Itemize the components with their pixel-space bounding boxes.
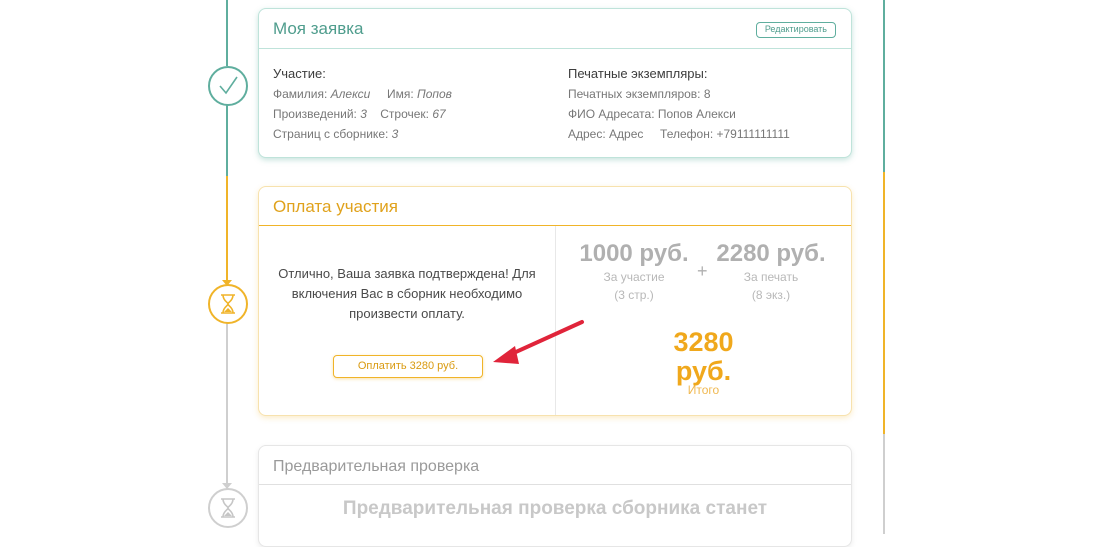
timeline-line [226, 320, 228, 490]
participation-detail: (3 стр.) [614, 288, 654, 302]
precheck-title: Предварительная проверка [273, 458, 480, 475]
phone-line: Телефон: +79111111111 [660, 127, 790, 141]
timeline-line [226, 0, 228, 66]
print-info: Печатные экземпляры: Печатных экземпляро… [568, 64, 838, 144]
total-label: Итого [687, 383, 720, 397]
print-price: 2280 руб. За печать (8 экз.) [706, 240, 836, 304]
timeline-line [883, 434, 885, 534]
pay-button[interactable]: Оплатить 3280 руб. [333, 355, 483, 378]
timeline-line [226, 176, 228, 284]
timeline-line [226, 102, 228, 176]
address-row: Адрес: Адрес Телефон: +79111111111 [568, 124, 838, 144]
pages-label: Страниц с сборнике: [273, 127, 389, 141]
participation-price: 1000 руб. За участие (3 стр.) [574, 240, 694, 304]
print-amount: 2280 руб. [716, 240, 826, 267]
copies-line: Печатных экземпляров: 8 [568, 87, 711, 101]
hourglass-icon [221, 294, 235, 314]
works-label: Произведений: [273, 107, 357, 121]
total-amount-currency: руб. [675, 356, 732, 386]
payment-summary-panel: 1000 руб. За участие (3 стр.) + 2280 руб… [556, 226, 851, 415]
participation-amount: 1000 руб. [579, 240, 689, 267]
red-arrow-icon [493, 320, 584, 364]
address-line: Адрес: Адрес [568, 127, 644, 141]
print-detail: (8 экз.) [751, 288, 791, 302]
recipient-line: ФИО Адресата: Попов Алекси [568, 107, 736, 121]
name-row: Фамилия: Алекси Имя: Попов [273, 84, 543, 104]
surname-value: Алекси [330, 87, 371, 101]
participation-label: За участие [603, 270, 665, 284]
precheck-body: Предварительная проверка сборника станет [342, 498, 768, 519]
payment-card: Оплата участия Отлично, Ваша заявка подт… [258, 186, 852, 416]
surname-label: Фамилия: [273, 87, 328, 101]
payment-message: Отлично, Ваша заявка подтверждена! Для в… [278, 266, 536, 321]
lines-value: 67 [432, 107, 446, 121]
total-amount-number: 3280 [673, 327, 734, 357]
print-label: За печать [743, 270, 799, 284]
step-done-icon [208, 66, 248, 106]
timeline-line [883, 172, 885, 434]
application-card: Моя заявка Редактировать Участие: Фамили… [258, 8, 852, 158]
step-payment-icon [208, 284, 248, 324]
pages-row: Страниц с сборнике: 3 [273, 124, 543, 144]
precheck-card-header: Предварительная проверка [259, 446, 851, 485]
checkmark-icon [219, 76, 238, 95]
application-title: Моя заявка [273, 19, 364, 38]
payment-card-header: Оплата участия [259, 187, 851, 226]
print-heading: Печатные экземпляры: [568, 66, 708, 81]
hourglass-icon [221, 498, 235, 518]
edit-button[interactable]: Редактировать [755, 22, 836, 38]
name-value: Попов [417, 87, 452, 101]
precheck-card: Предварительная проверка Предварительная… [258, 445, 852, 547]
name-label: Имя: [386, 87, 414, 101]
application-card-header: Моя заявка Редактировать [259, 9, 851, 49]
total-price: 3280 руб. Итого [636, 327, 771, 398]
pages-value: 3 [391, 127, 399, 141]
lines-label: Строчек: [380, 107, 430, 121]
works-row: Произведений: 3 Строчек: 67 [273, 104, 543, 124]
participation-info: Участие: Фамилия: Алекси Имя: Попов Прои… [273, 64, 543, 144]
works-value: 3 [360, 107, 367, 121]
step-precheck-icon [208, 488, 248, 528]
participation-heading: Участие: [273, 66, 326, 81]
timeline-line [883, 0, 885, 172]
payment-title: Оплата участия [273, 197, 399, 216]
